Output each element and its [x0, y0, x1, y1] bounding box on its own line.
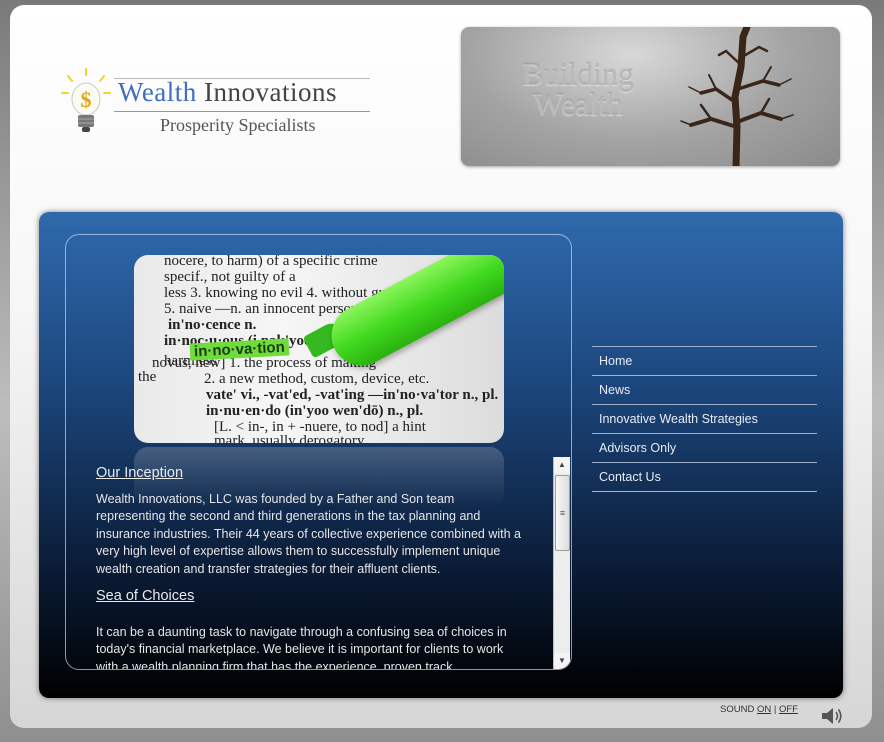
logo-rule — [114, 111, 370, 112]
section-heading-sea-of-choices[interactable]: Sea of Choices — [96, 588, 526, 606]
photo-line: mark, usually derogatory — [214, 433, 365, 443]
scroll-thumb[interactable]: ≡ — [555, 475, 570, 551]
main-panel: nocere, to harm) of a specific crime spe… — [39, 212, 843, 698]
photo-line: 2. a new method, custom, device, etc. — [204, 371, 430, 387]
banner-line1: Building — [521, 56, 634, 92]
scroll-down-button[interactable]: ▼ — [554, 653, 570, 669]
sound-control: SOUND ON | OFF — [720, 704, 798, 715]
sound-off-link[interactable]: OFF — [779, 704, 798, 715]
banner-line2: Wealth — [533, 86, 623, 122]
banner-text: Building Wealth — [513, 56, 643, 122]
page-background: $ Wealth Innovations Prosperity Speciali… — [10, 5, 872, 728]
lightbulb-dollar-icon: $ — [61, 68, 111, 132]
nav-item-advisors-only[interactable]: Advisors Only — [592, 433, 817, 462]
photo-line: vate' vi., -vat'ed, -vat'ing —in'no·va't… — [206, 387, 499, 403]
nav-item-contact-us[interactable]: Contact Us — [592, 462, 817, 492]
section-heading-inception[interactable]: Our Inception — [96, 465, 526, 483]
logo-title: Wealth Innovations — [118, 77, 337, 108]
sound-label: SOUND — [720, 704, 755, 715]
scroll-up-button[interactable]: ▲ — [554, 457, 570, 473]
speaker-icon[interactable] — [821, 707, 843, 725]
nav-item-home[interactable]: Home — [592, 346, 817, 375]
logo-title-part2: Innovations — [204, 77, 338, 107]
header-banner: Building Wealth — [461, 27, 840, 166]
sound-separator: | — [773, 704, 777, 715]
photo-line: nocere, to harm) of a specific crime — [164, 255, 378, 269]
content-scrollbar[interactable]: ▲ ≡ ▼ — [553, 457, 570, 669]
nav-item-news[interactable]: News — [592, 375, 817, 404]
nav-item-innovative-wealth-strategies[interactable]: Innovative Wealth Strategies — [592, 404, 817, 433]
dictionary-photo: nocere, to harm) of a specific crime spe… — [134, 255, 504, 443]
logo-title-part1: Wealth — [118, 77, 197, 107]
content-box: nocere, to harm) of a specific crime spe… — [65, 234, 572, 670]
tree-image — [680, 27, 794, 166]
main-nav: Home News Innovative Wealth Strategies A… — [592, 346, 817, 492]
photo-line: in·nu·en·do (in'yoo wen'dō) n., pl. — [206, 403, 424, 419]
site-logo[interactable]: $ Wealth Innovations Prosperity Speciali… — [60, 67, 390, 142]
photo-line: specif., not guilty of a — [164, 269, 296, 285]
photo-line: in'no·cence n. — [168, 317, 257, 333]
sound-on-link[interactable]: ON — [757, 704, 771, 715]
article-text: Our Inception Wealth Innovations, LLC wa… — [96, 465, 526, 669]
photo-line: 5. naive —n. an innocent person — [164, 301, 359, 317]
svg-text:$: $ — [81, 87, 92, 112]
section-body-sea-of-choices: It can be a daunting task to navigate th… — [96, 624, 507, 670]
section-body-inception: Wealth Innovations, LLC was founded by a… — [96, 491, 521, 576]
green-highlighter — [321, 255, 504, 377]
logo-subtitle: Prosperity Specialists — [160, 115, 316, 135]
